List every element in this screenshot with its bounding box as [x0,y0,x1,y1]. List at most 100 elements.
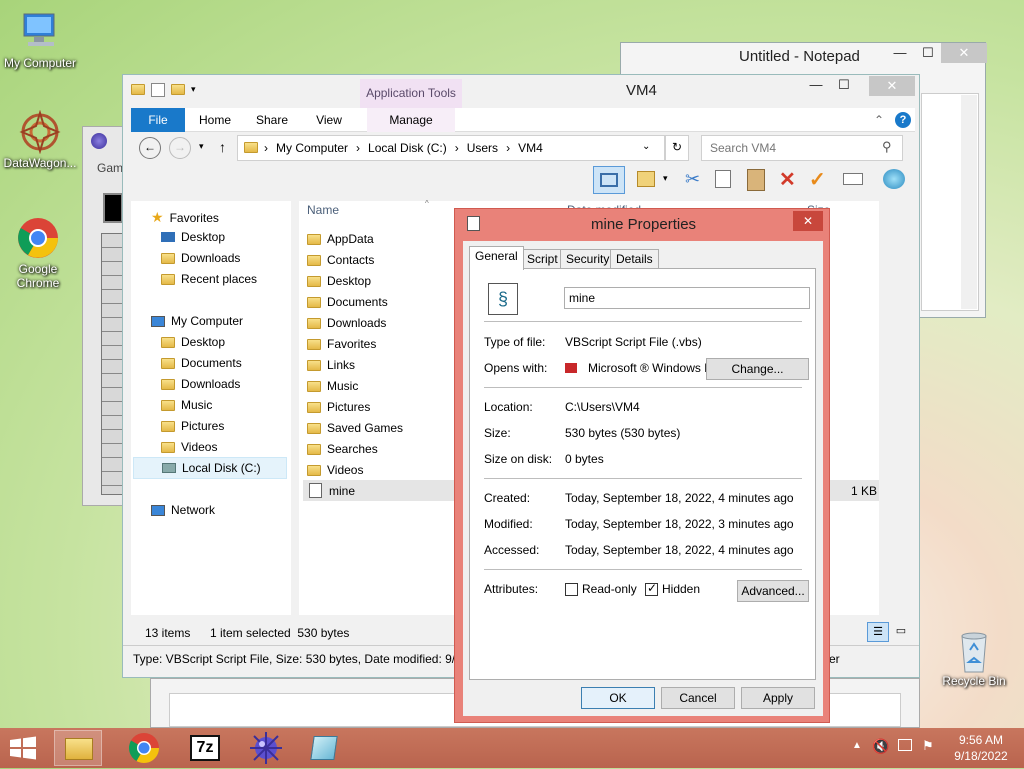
preview-pane-icon[interactable] [593,166,625,194]
list-item-links[interactable]: Links [307,358,355,372]
tab-share[interactable]: Share [249,108,295,132]
list-item-documents[interactable]: Documents [307,295,388,309]
list-item-searches[interactable]: Searches [307,442,378,456]
list-item-favorites[interactable]: Favorites [307,337,376,351]
network-tray-icon[interactable] [898,739,912,751]
copy-icon[interactable] [715,170,731,188]
explorer-close-button[interactable]: ✕ [869,76,915,96]
cut-icon[interactable]: ✂ [685,169,700,190]
chevron-down-icon[interactable]: ▾ [191,84,196,99]
new-folder-icon[interactable] [171,84,185,95]
nav-my-computer[interactable]: My Computer [151,314,243,328]
search-input[interactable]: Search VM4 [710,141,776,155]
explorer-maximize-button[interactable]: ☐ [831,75,857,95]
notepad-scrollbar[interactable] [961,95,977,309]
tray-chevron-icon[interactable]: ▲ [852,740,862,751]
tab-manage[interactable]: Manage [367,108,455,132]
properties-dialog[interactable]: mine Properties ✕ General Script Securit… [454,208,830,723]
nav-computer-documents[interactable]: Documents [161,356,242,370]
address-dropdown-icon[interactable]: ⌄ [642,141,650,152]
nav-favorites[interactable]: ★ Favorites [151,209,219,226]
notepad-maximize-button[interactable]: ☐ [915,43,941,63]
checkbox-box[interactable]: ✓ [645,581,658,596]
address-bar[interactable]: › My Computer › Local Disk (C:) › Users … [237,135,665,161]
clock-time[interactable]: 9:56 AM [955,733,1007,747]
nav-computer-local-disk[interactable]: Local Disk (C:) [133,457,287,479]
taskbar-notepad[interactable] [300,730,348,766]
desktop-icon-recycle-bin[interactable]: Recycle Bin [934,628,1014,688]
notepad-close-button[interactable]: ✕ [941,43,987,63]
list-item-pictures[interactable]: Pictures [307,400,370,414]
tab-security[interactable]: Security [560,249,616,269]
start-button[interactable] [8,736,38,760]
action-center-icon[interactable]: ⚑ [922,738,934,754]
list-item-videos[interactable]: Videos [307,463,363,477]
desktop-icon-google-chrome[interactable]: Google Chrome [0,216,78,290]
tab-home[interactable]: Home [193,108,237,132]
list-item-appdata[interactable]: AppData [307,232,374,246]
advanced-button[interactable]: Advanced... [737,580,809,602]
filename-input[interactable]: mine [564,287,810,309]
breadcrumb-item[interactable]: Local Disk (C:) [368,141,447,155]
tab-details[interactable]: Details [610,249,659,269]
list-item-downloads[interactable]: Downloads [307,316,386,330]
ok-button[interactable]: OK [581,687,655,709]
back-button[interactable]: ← [139,137,161,159]
volume-muted-icon[interactable]: 🔇 [872,738,889,755]
search-box[interactable]: Search VM4 ⚲ [701,135,903,161]
tab-general[interactable]: General [469,246,524,270]
collapse-ribbon-icon[interactable]: ⌃ [871,108,887,132]
cancel-button[interactable]: Cancel [661,687,735,709]
list-item-contacts[interactable]: Contacts [307,253,374,267]
breadcrumb-item[interactable]: My Computer [276,141,348,155]
tab-script[interactable]: Script [521,249,564,269]
checkbox-box[interactable]: ✓ [565,582,578,596]
large-icons-view-button[interactable]: ▭ [891,622,911,642]
list-item-saved-games[interactable]: Saved Games [307,421,403,435]
refresh-button[interactable]: ↻ [665,135,689,161]
nav-computer-desktop[interactable]: Desktop [161,335,225,349]
paste-icon[interactable] [747,169,765,191]
hidden-checkbox[interactable]: ✓ Hidden [645,581,700,596]
explorer-minimize-button[interactable]: — [803,75,829,95]
nav-computer-downloads[interactable]: Downloads [161,377,240,391]
taskbar-7zip[interactable]: 7z [182,730,230,766]
readonly-checkbox[interactable]: ✓ Read-only [565,582,637,596]
nav-favorites-recent-places[interactable]: Recent places [161,272,257,286]
tab-file[interactable]: File [131,108,185,132]
move-to-icon[interactable] [637,171,655,187]
column-header-name[interactable]: Name [307,203,339,217]
nav-computer-pictures[interactable]: Pictures [161,419,224,433]
taskbar-file-explorer[interactable] [54,730,102,766]
breadcrumb-item[interactable]: Users [467,141,498,155]
dialog-close-button[interactable]: ✕ [793,211,823,231]
delete-icon[interactable]: ✕ [779,167,796,192]
recent-locations-icon[interactable]: ▾ [199,141,204,152]
nav-favorites-desktop[interactable]: Desktop [161,230,225,244]
rename-icon[interactable] [843,173,863,185]
chevron-down-icon[interactable]: ▾ [663,173,668,184]
details-view-button[interactable]: ☰ [867,622,889,642]
checkmark-icon[interactable]: ✓ [809,167,826,192]
nav-favorites-downloads[interactable]: Downloads [161,251,240,265]
clock-date[interactable]: 9/18/2022 [948,749,1014,763]
quick-access-toolbar[interactable]: ▾ [131,81,221,99]
nav-computer-videos[interactable]: Videos [161,440,217,454]
forward-button[interactable]: → [169,137,191,159]
apply-button[interactable]: Apply [741,687,815,709]
nav-network[interactable]: Network [151,503,215,517]
desktop-icon-datawagon[interactable]: DataWagon... [0,109,80,170]
folder-icon[interactable] [131,84,145,95]
help-icon[interactable]: ? [895,112,911,128]
list-item-desktop[interactable]: Desktop [307,274,371,288]
desktop-icon-my-computer[interactable]: My Computer [0,10,80,70]
properties-icon[interactable] [151,83,165,97]
taskbar-chrome[interactable] [120,730,168,766]
up-button[interactable]: ↑ [219,139,226,155]
nav-computer-music[interactable]: Music [161,398,212,412]
list-item-music[interactable]: Music [307,379,358,393]
shell-icon[interactable] [883,169,905,189]
notepad-minimize-button[interactable]: — [887,43,913,63]
tab-view[interactable]: View [307,108,351,132]
breadcrumb-item[interactable]: VM4 [518,141,543,155]
